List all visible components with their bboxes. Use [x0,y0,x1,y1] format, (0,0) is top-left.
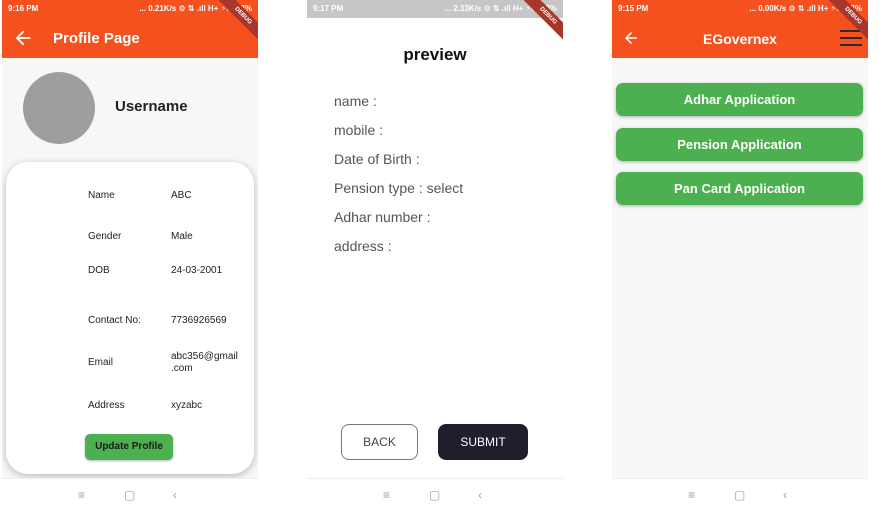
back-button[interactable]: BACK [341,424,418,460]
submit-button[interactable]: SUBMIT [438,424,528,460]
email-value: abc356@gmail .com [171,351,238,374]
gender-label: Gender [88,231,122,242]
page-title: Profile Page [53,30,140,47]
system-nav-bar: ≡ ▢ ‹ [2,478,258,511]
recent-apps-icon[interactable]: ≡ [688,488,695,502]
contact-value: 7736926569 [171,315,227,326]
status-time: 9:17 PM [313,4,344,13]
name-value: ABC [171,190,192,201]
address-value: xyzabc [171,400,203,411]
recent-apps-icon[interactable]: ≡ [383,488,390,502]
gender-value: Male [171,231,193,242]
profile-card: Name ABC Gender Male DOB 24-03-2001 Cont… [6,162,254,474]
name-field: name : [334,93,377,109]
dob-label: DOB [88,265,110,276]
home-icon[interactable]: ▢ [124,488,135,502]
back-icon[interactable]: ‹ [783,488,787,502]
egovernex-phone: 9:15 PM ... 0.00K/s ⚙ ⇅ .ıll H+ ⚡▭ 13% E… [612,0,868,511]
page-title: EGovernex [703,31,777,47]
hamburger-menu-icon[interactable] [840,30,862,46]
address-field: address : [334,238,392,254]
status-time: 9:16 PM [8,4,39,13]
home-icon[interactable]: ▢ [734,488,745,502]
home-icon[interactable]: ▢ [429,488,440,502]
pan-card-application-button[interactable]: Pan Card Application [616,172,863,205]
adhar-application-button[interactable]: Adhar Application [616,83,863,116]
name-label: Name [88,190,115,201]
dob-value: 24-03-2001 [171,265,223,276]
back-icon[interactable]: ‹ [478,488,482,502]
pension-application-button[interactable]: Pension Application [616,128,863,161]
app-bar: Profile Page [2,18,258,58]
back-icon[interactable]: ‹ [173,488,177,502]
pension-type-field[interactable]: Pension type : select [334,180,463,196]
status-bar: 9:17 PM ... 2.33K/s ⚙ ⇅ .ıll H+ ⚡▭ 13% [307,0,563,18]
adhar-number-field: Adhar number : [334,209,431,225]
system-nav-bar: ≡ ▢ ‹ [307,478,563,511]
status-bar: 9:15 PM ... 0.00K/s ⚙ ⇅ .ıll H+ ⚡▭ 13% [612,0,868,18]
back-arrow-icon[interactable] [12,27,34,49]
app-bar: EGovernex [612,18,868,58]
avatar [23,72,95,144]
status-time: 9:15 PM [618,4,649,13]
address-label: Address [88,400,125,411]
username-label: Username [115,98,188,115]
profile-phone: 9:16 PM ... 0.21K/s ⚙ ⇅ .ıll H+ ⚡▭ 13% P… [2,0,258,511]
status-bar: 9:16 PM ... 0.21K/s ⚙ ⇅ .ıll H+ ⚡▭ 13% [2,0,258,18]
email-label: Email [88,357,114,368]
recent-apps-icon[interactable]: ≡ [78,488,85,502]
contact-label: Contact No: [88,315,141,326]
update-profile-button[interactable]: Update Profile [85,434,173,460]
page-title: preview [403,45,467,64]
dob-field: Date of Birth : [334,151,420,167]
profile-screen: 9:16 PM ... 0.21K/s ⚙ ⇅ .ıll H+ ⚡▭ 13% P… [2,0,258,478]
preview-screen: 9:17 PM ... 2.33K/s ⚙ ⇅ .ıll H+ ⚡▭ 13% D… [307,0,563,478]
system-nav-bar: ≡ ▢ ‹ [612,478,868,511]
mobile-field: mobile : [334,122,384,138]
preview-phone: 9:17 PM ... 2.33K/s ⚙ ⇅ .ıll H+ ⚡▭ 13% D… [307,0,563,511]
egovernex-screen: 9:15 PM ... 0.00K/s ⚙ ⇅ .ıll H+ ⚡▭ 13% E… [612,0,868,478]
